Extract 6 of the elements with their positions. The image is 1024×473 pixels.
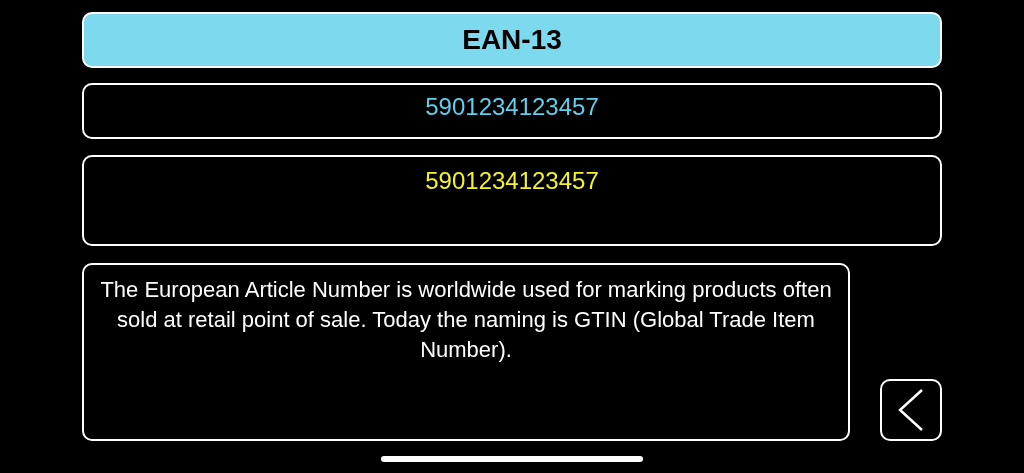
back-button[interactable] bbox=[880, 379, 942, 441]
code-field[interactable]: 5901234123457 bbox=[82, 83, 942, 139]
description-text: The European Article Number is worldwide used for marking products often sold at retail point of sale. Today the naming is GTIN (Global Trade Item Number). bbox=[82, 263, 850, 441]
result-field: 5901234123457 bbox=[82, 155, 942, 246]
chevron-left-icon bbox=[898, 389, 924, 431]
title-bar: EAN-13 bbox=[82, 12, 942, 68]
